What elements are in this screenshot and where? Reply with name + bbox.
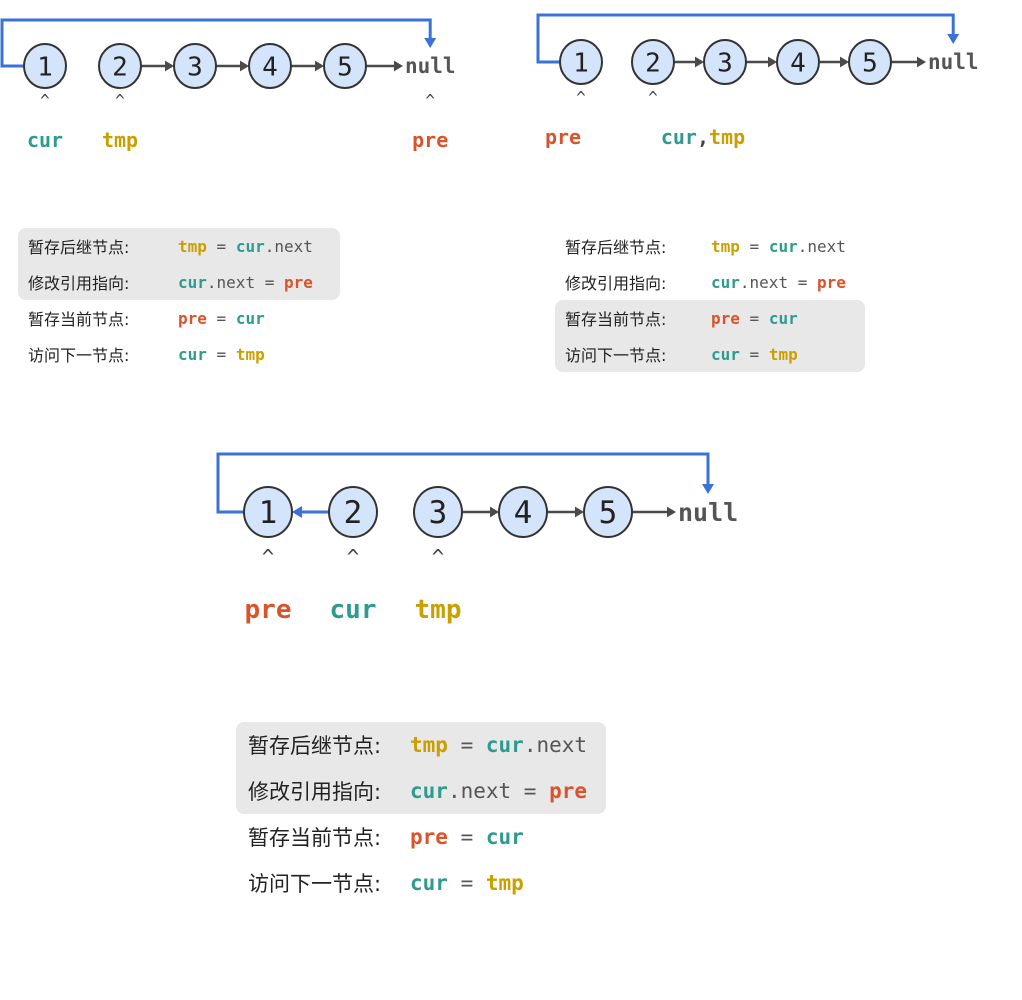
null-label: null (928, 50, 979, 74)
node-value: 1 (37, 52, 53, 82)
step-label: 修改引用指向: (28, 274, 130, 293)
code-step-row: 访问下一节点: cur = tmp (18, 336, 265, 372)
code-step-row: 暂存当前节点: pre = cur (555, 300, 798, 336)
step-label: 暂存后继节点: (248, 734, 382, 758)
null-arrowhead (917, 56, 926, 68)
step-code: cur.next = pre (410, 779, 588, 803)
pointer-caret: ^ (432, 545, 445, 569)
next-arrowhead (315, 60, 324, 72)
pointer-caret: ^ (115, 91, 125, 110)
node-value: 3 (429, 495, 448, 531)
code-step-row: 暂存当前节点: pre = cur (236, 814, 524, 860)
pointer-label-1: cur (27, 128, 63, 152)
code-step-row: 修改引用指向: cur.next = pre (18, 264, 313, 300)
reversed-arrowhead (292, 506, 302, 518)
node-value: 1 (259, 495, 278, 531)
step-label: 暂存后继节点: (28, 238, 130, 257)
next-arrowhead (840, 56, 849, 68)
step-code: pre = cur (410, 825, 524, 849)
step-code: cur = tmp (410, 871, 524, 895)
step-label: 访问下一节点: (248, 872, 382, 896)
node-value: 5 (599, 495, 618, 531)
pointer-caret: ^ (262, 545, 275, 569)
code-step-row: 暂存当前节点: pre = cur (18, 300, 265, 336)
pointer-label-2: tmp (102, 128, 138, 152)
code-steps-2: 暂存后继节点: tmp = cur.next 修改引用指向: cur.next = p… (555, 228, 875, 372)
next-arrowhead (768, 56, 777, 68)
pointer-caret: ^ (40, 91, 50, 110)
next-arrowhead (240, 60, 249, 72)
linked-list-diagram-1: 1 2 3 4 5 null ^ cur ^ tmp ^ pre (0, 18, 456, 152)
code-step-row: 访问下一节点: cur = tmp (236, 860, 524, 906)
code-step-row: 暂存后继节点: tmp = cur.next (18, 228, 313, 264)
null-label: null (678, 498, 738, 527)
step-label: 访问下一节点: (565, 346, 667, 365)
next-arrowhead (695, 56, 704, 68)
null-label: null (405, 54, 456, 78)
step-code: cur.next = pre (711, 272, 846, 292)
null-arrowhead (394, 60, 403, 72)
pointer-label-2: cur (330, 595, 377, 625)
head-link-arrowhead (947, 34, 960, 44)
step-label: 访问下一节点: (28, 346, 130, 365)
node-value: 4 (514, 495, 533, 531)
node-value: 2 (645, 48, 661, 78)
node-value: 4 (790, 48, 806, 78)
step-code: pre = cur (178, 308, 265, 328)
node-value: 2 (112, 52, 128, 82)
node-value: 4 (262, 52, 278, 82)
pointer-caret: ^ (576, 88, 586, 107)
step-label: 修改引用指向: (565, 274, 667, 293)
linked-list-diagram-2: 1 2 3 4 5 null ^pre^cur,tmp (536, 13, 979, 149)
null-arrowhead (667, 506, 676, 518)
step-code: cur = tmp (178, 344, 265, 364)
step-code: tmp = cur.next (711, 236, 846, 256)
step-code: cur.next = pre (178, 272, 313, 292)
code-step-row: 访问下一节点: cur = tmp (555, 336, 798, 372)
pointer-label-null: pre (412, 128, 448, 152)
head-link-arrowhead (702, 484, 714, 494)
head-link-arrowhead (424, 38, 437, 48)
node-value: 2 (344, 495, 363, 531)
pointer-caret: ^ (347, 545, 360, 569)
pointer-caret: ^ (648, 88, 658, 107)
step-label: 暂存后继节点: (565, 238, 667, 257)
node-value: 5 (862, 48, 878, 78)
code-step-row: 暂存后继节点: tmp = cur.next (236, 722, 587, 768)
node-value: 3 (717, 48, 733, 78)
code-steps-1: 暂存后继节点: tmp = cur.next 修改引用指向: cur.next = p… (18, 228, 348, 368)
step-label: 暂存当前节点: (248, 826, 382, 850)
next-arrowhead (165, 60, 174, 72)
code-steps-3: 暂存后继节点: tmp = cur.next 修改引用指向: cur.next = p… (236, 722, 616, 902)
code-step-row: 修改引用指向: cur.next = pre (555, 264, 846, 300)
step-code: tmp = cur.next (410, 733, 588, 757)
pointer-label-1: pre (245, 595, 292, 625)
code-step-row: 修改引用指向: cur.next = pre (236, 768, 587, 814)
step-code: cur = tmp (711, 344, 798, 364)
node-value: 5 (337, 52, 353, 82)
step-label: 暂存当前节点: (28, 310, 130, 329)
step-code: pre = cur (711, 308, 798, 328)
next-arrowhead (490, 506, 499, 518)
next-arrowhead (575, 506, 584, 518)
node-value: 1 (573, 48, 589, 78)
step-label: 暂存当前节点: (565, 310, 667, 329)
node-value: 3 (187, 52, 203, 82)
code-step-row: 暂存后继节点: tmp = cur.next (555, 228, 846, 264)
pointer-label-3: tmp (415, 595, 462, 625)
step-code: tmp = cur.next (178, 236, 313, 256)
pointer-label-2: cur,tmp (661, 125, 745, 149)
pointer-label-1: pre (545, 125, 581, 149)
pointer-caret: ^ (425, 91, 435, 110)
linked-list-diagram-3: 1 2 3 4 5 null ^ pre ^ cur ^ tmp (216, 452, 738, 625)
step-label: 修改引用指向: (248, 780, 382, 804)
